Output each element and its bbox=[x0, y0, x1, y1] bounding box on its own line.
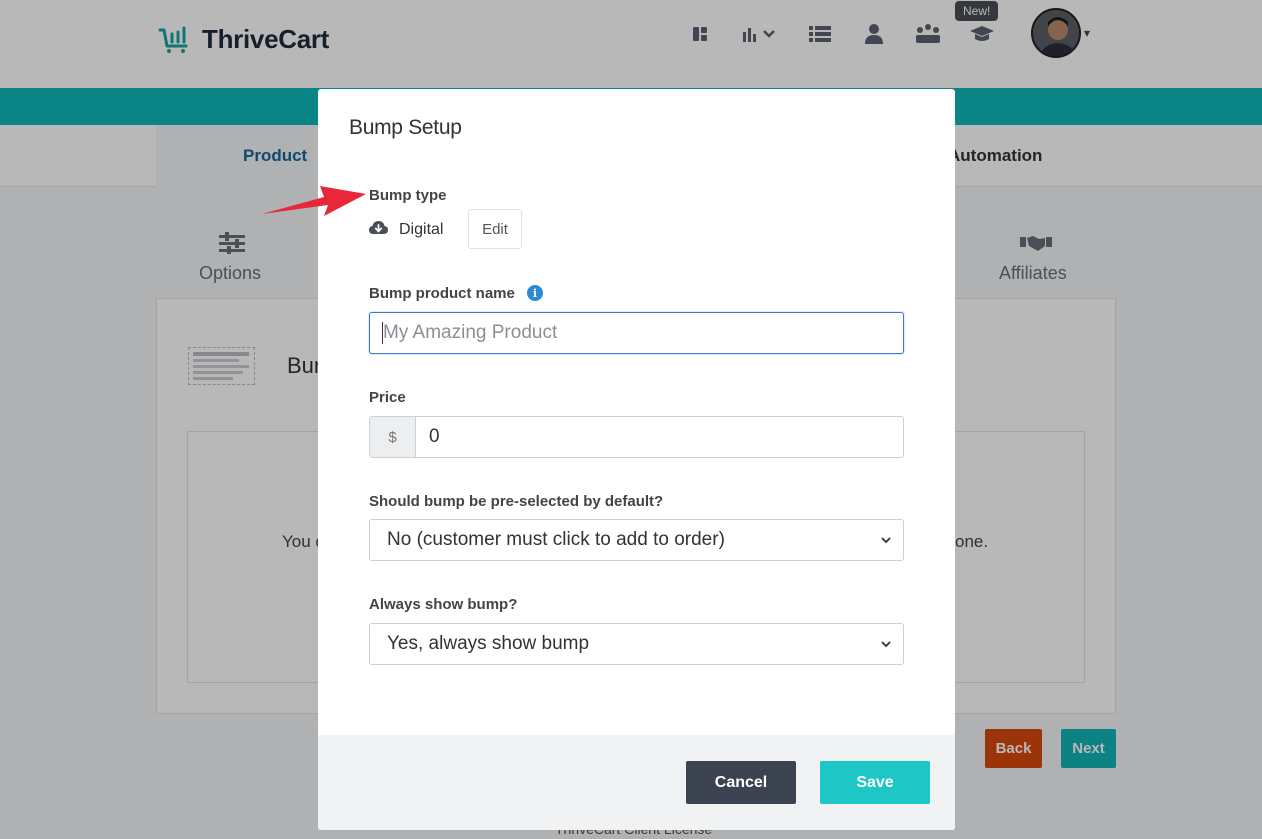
annotation-arrow-icon bbox=[262, 186, 366, 216]
product-name-label: Bump product name bbox=[369, 285, 515, 302]
modal-title: Bump Setup bbox=[349, 116, 462, 139]
cancel-button[interactable]: Cancel bbox=[686, 761, 796, 804]
info-icon[interactable]: i bbox=[527, 285, 543, 301]
edit-bump-type-button[interactable]: Edit bbox=[468, 209, 522, 249]
always-show-select[interactable]: Yes, always show bump bbox=[369, 623, 904, 665]
price-value: 0 bbox=[429, 426, 440, 447]
always-show-label: Always show bump? bbox=[369, 596, 518, 613]
product-name-placeholder: My Amazing Product bbox=[383, 322, 558, 343]
preselect-value: No (customer must click to add to order) bbox=[387, 529, 725, 550]
bump-type-value: Digital bbox=[369, 220, 443, 240]
product-name-input[interactable]: My Amazing Product bbox=[369, 312, 904, 354]
always-show-value: Yes, always show bump bbox=[387, 633, 590, 654]
bump-type-text: Digital bbox=[399, 221, 444, 238]
preselect-label: Should bump be pre-selected by default? bbox=[369, 493, 664, 510]
price-label: Price bbox=[369, 389, 406, 406]
chevron-down-icon bbox=[881, 537, 891, 544]
cloud-download-icon bbox=[369, 220, 388, 240]
currency-addon: $ bbox=[370, 417, 416, 457]
save-button[interactable]: Save bbox=[820, 761, 930, 804]
modal-footer: Cancel Save bbox=[318, 735, 955, 830]
preselect-select[interactable]: No (customer must click to add to order) bbox=[369, 519, 904, 561]
bump-type-label: Bump type bbox=[369, 187, 447, 204]
chevron-down-icon bbox=[881, 641, 891, 648]
price-input[interactable]: $ 0 bbox=[369, 416, 904, 458]
bump-setup-modal: Bump Setup Bump type Digital Edit Bump p… bbox=[318, 89, 955, 830]
